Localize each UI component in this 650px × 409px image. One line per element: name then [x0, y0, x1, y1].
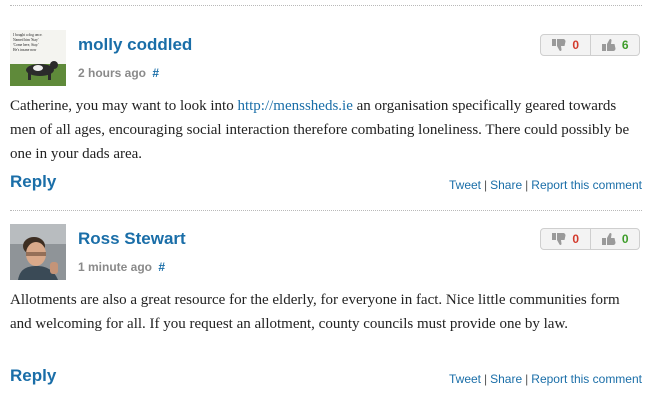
- comment-body: Allotments are also a great resource for…: [10, 288, 635, 336]
- comment-actions: Tweet | Share | Report this comment: [449, 372, 642, 386]
- comment: Ross Stewart 1 minute ago # 0 0 Allotmen…: [0, 0, 650, 386]
- upvote-button[interactable]: 0: [589, 229, 640, 249]
- comment-author[interactable]: Ross Stewart: [78, 229, 186, 249]
- reply-button[interactable]: Reply: [10, 366, 56, 386]
- avatar[interactable]: [10, 224, 66, 280]
- thumbs-up-icon: [601, 232, 616, 245]
- comment-meta: 1 minute ago #: [78, 260, 165, 274]
- share-link[interactable]: Share: [490, 372, 522, 386]
- downvote-count: 0: [572, 232, 580, 246]
- comment-separator: [10, 210, 642, 211]
- vote-box: 0 0: [540, 228, 640, 250]
- comment-time: 1 minute ago: [78, 260, 153, 274]
- tweet-link[interactable]: Tweet: [449, 372, 481, 386]
- comment-text: Allotments are also a great resource for…: [10, 292, 620, 332]
- action-separator: |: [525, 372, 529, 386]
- action-separator: |: [484, 372, 488, 386]
- permalink-link[interactable]: #: [158, 260, 165, 274]
- thumbs-down-icon: [552, 233, 566, 246]
- upvote-count: 0: [621, 232, 629, 246]
- avatar-image: [10, 224, 66, 280]
- downvote-button[interactable]: 0: [541, 229, 590, 249]
- report-link[interactable]: Report this comment: [531, 372, 642, 386]
